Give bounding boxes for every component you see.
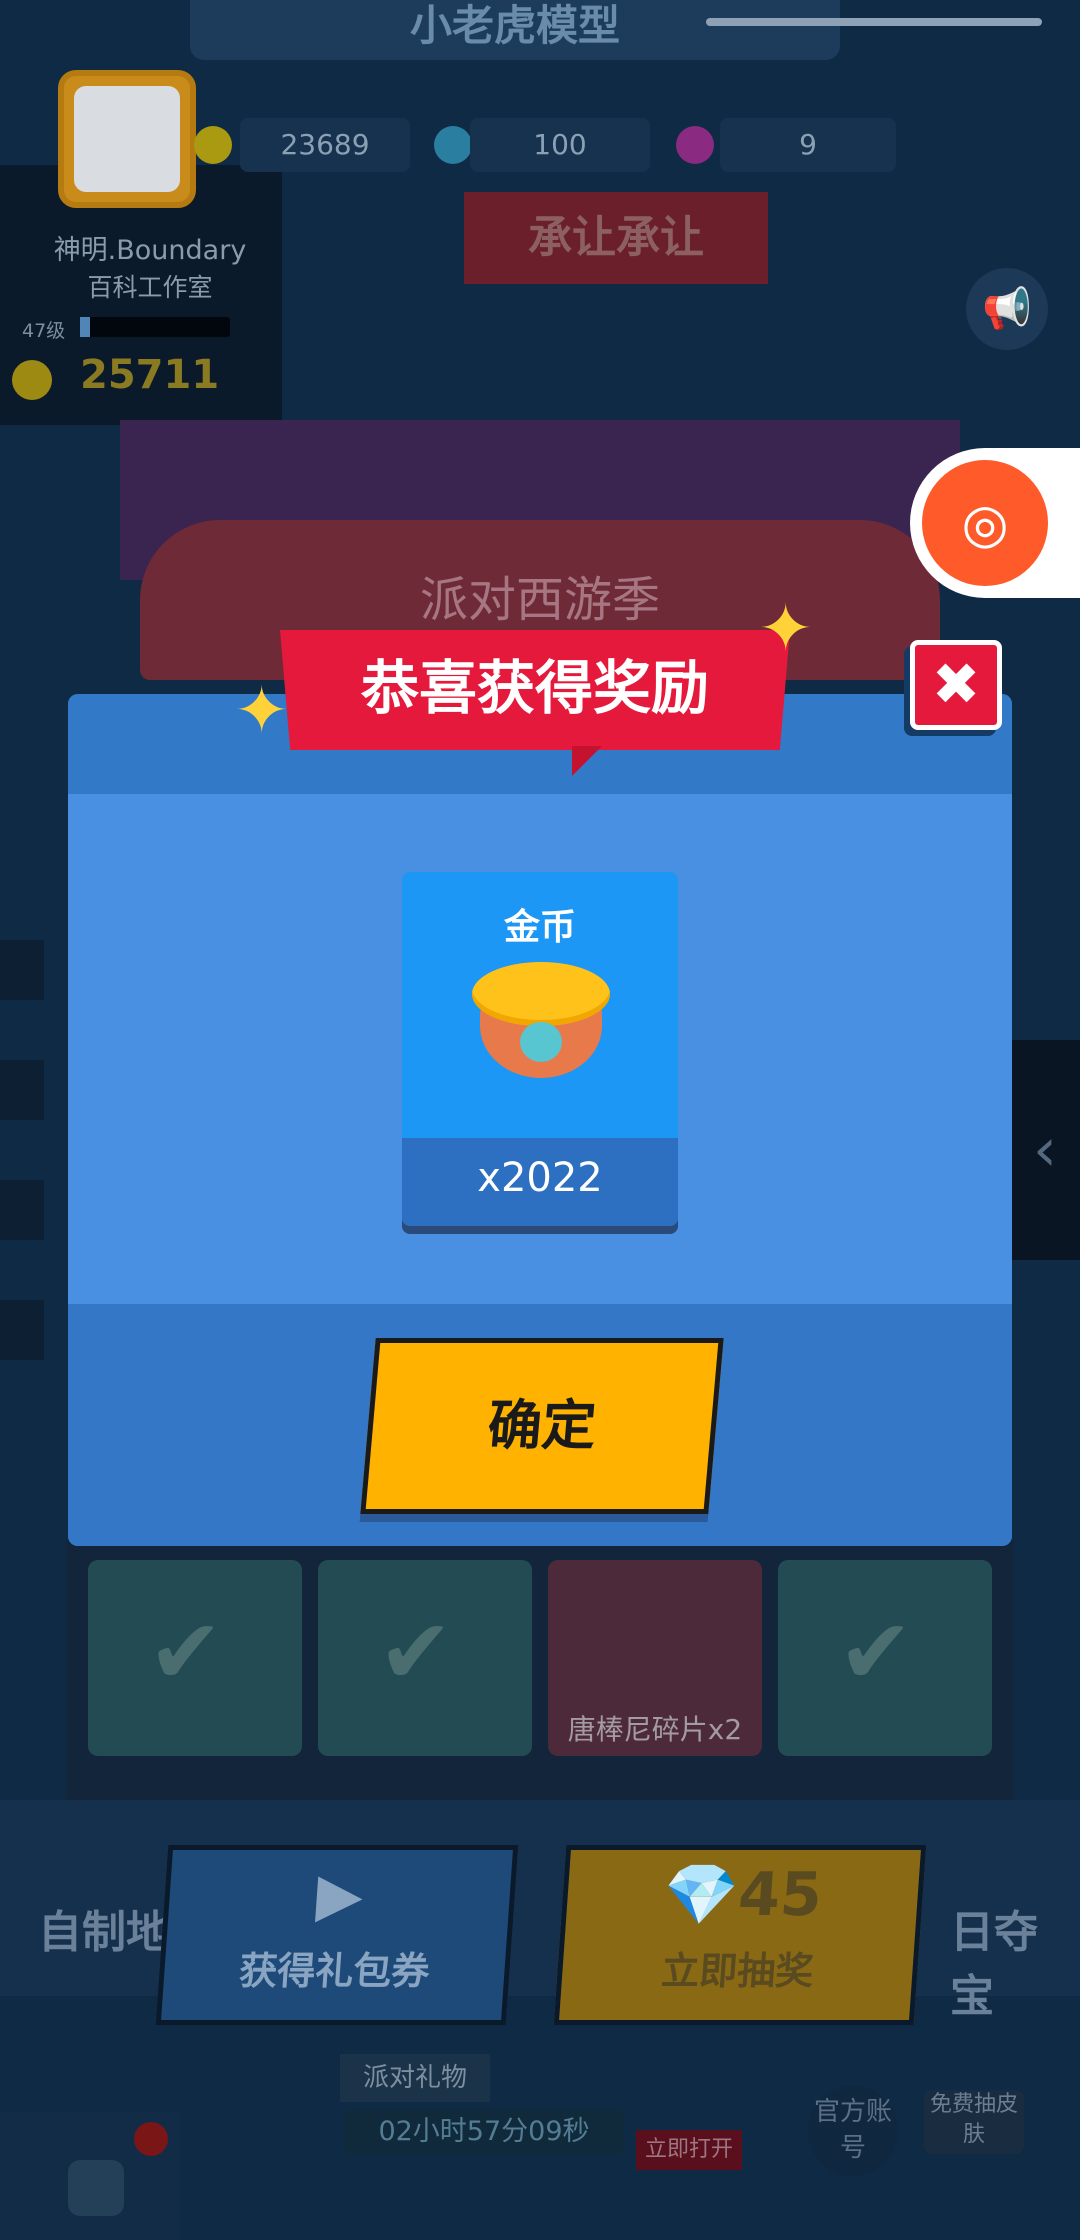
bow-icon [520,1022,562,1062]
kuaishou-float-button[interactable]: ◎ [910,448,1080,598]
studio-name: 百科工作室 [87,273,213,302]
reward-item-name: 金币 [503,907,576,948]
chevron-left-icon[interactable]: ‹ [1010,1040,1080,1260]
official-account-button[interactable]: 官方账号 [808,2086,898,2176]
reward-card-4[interactable]: ✔ [778,1560,992,1756]
checkmark-icon: ✔ [378,1600,454,1705]
gold-coin-icon [194,126,232,164]
camera-icon [68,2160,124,2216]
get-coupon-button[interactable]: ▶ 获得礼包券 [155,1845,519,2025]
diamond-icon [434,126,472,164]
page-title: 小老虎模型 [190,0,840,60]
flower-icon [676,126,714,164]
diamond-counter: 100 [470,118,650,172]
custom-map-label[interactable]: 自制地 [38,1896,170,1960]
sparkle-icon: ✦ [758,590,814,667]
status-bar-line [706,18,1042,26]
confirm-button[interactable]: 确定 [360,1338,724,1514]
ribbon-tail [572,746,602,776]
flower-counter: 9 [720,118,896,172]
username: 神明.Boundary [53,235,247,266]
megaphone-icon[interactable]: 📢 [966,268,1048,350]
draw-now-label: 立即抽奖 [659,1949,816,1993]
dialog-title: 恭喜获得奖励 [280,630,790,750]
checkmark-icon: ✔ [148,1600,224,1705]
avatar[interactable] [58,70,196,208]
free-skin-button[interactable]: 免费抽皮肤 [924,2090,1024,2154]
checkmark-icon: ✔ [838,1600,914,1705]
diamond-icon: 💎 [661,1860,741,1930]
profile-coins: 25711 [80,352,220,398]
coin-icon [12,360,52,400]
level-progress-bar [80,317,230,337]
reward-item-card: 金币 x2022 [402,872,678,1226]
video-icon: ▶ [314,1860,366,1930]
speech-bubble: 承让承让 [464,192,768,284]
party-gift-label: 派对礼物 [340,2054,490,2102]
notification-dot [134,2122,168,2156]
gold-coins-icon [472,962,610,1026]
gift-timer: 02小时57分09秒 [344,2110,624,2154]
draw-cost: 45 [735,1860,825,1930]
left-side-tabs [0,880,60,1400]
open-now-button[interactable]: 立即打开 [636,2130,742,2170]
reward-card-1[interactable]: ✔ [88,1560,302,1756]
get-coupon-label: 获得礼包券 [237,1949,432,1993]
treasure-label[interactable]: 日夺宝 [950,1896,1080,2024]
camera-button[interactable] [0,2112,180,2240]
reward-card-3-label: 唐棒尼碎片x2 [567,1713,743,1746]
kuaishou-logo-icon: ◎ [922,460,1048,586]
reward-item-quantity: x2022 [402,1138,678,1226]
gold-counter: 23689 [240,118,410,172]
level-label: 47级 [22,320,66,342]
close-button[interactable]: ✖ [910,640,1002,730]
sparkle-icon: ✦ [234,672,290,749]
reward-card-2[interactable]: ✔ [318,1560,532,1756]
draw-now-button[interactable]: 💎45 立即抽奖 [553,1845,927,2025]
